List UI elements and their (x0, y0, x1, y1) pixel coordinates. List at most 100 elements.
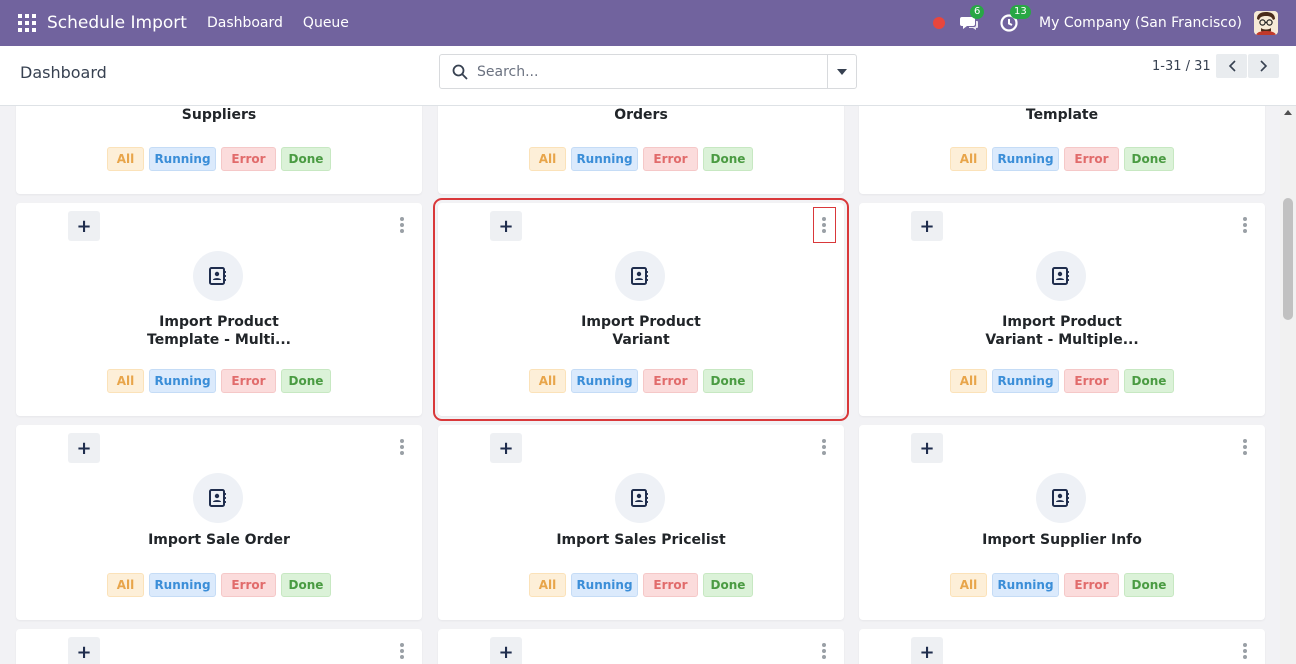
card-title-line-1: Import Product (159, 314, 279, 330)
filter-running-button[interactable]: Running (992, 147, 1059, 171)
nav-item-queue[interactable]: Queue (303, 15, 349, 31)
scrollbar-thumb[interactable] (1283, 198, 1293, 320)
pager-next-button[interactable] (1248, 54, 1279, 78)
apps-menu-icon[interactable] (18, 14, 36, 32)
filter-done-button[interactable]: Done (703, 573, 753, 597)
card-menu-kebab-icon[interactable] (818, 641, 830, 661)
user-avatar[interactable] (1254, 11, 1278, 35)
card-menu-kebab-icon[interactable] (818, 437, 830, 457)
search-input[interactable] (477, 63, 817, 80)
filter-done-button[interactable]: Done (281, 369, 331, 393)
add-button[interactable]: + (68, 211, 100, 241)
add-button[interactable]: + (490, 637, 522, 664)
import-card[interactable]: + (438, 629, 844, 664)
card-menu-kebab-icon[interactable] (396, 641, 408, 661)
activities-button[interactable]: 13 (999, 5, 1031, 33)
import-card[interactable]: + Import Supplier Info All Running Error… (859, 425, 1265, 620)
nav-menu: Dashboard Queue (207, 15, 349, 31)
pager-value[interactable]: 1-31 / 31 (1152, 59, 1211, 74)
filter-all-button[interactable]: All (950, 147, 987, 171)
filter-running-button[interactable]: Running (571, 573, 638, 597)
filter-running-button[interactable]: Running (149, 369, 216, 393)
add-button[interactable]: + (490, 433, 522, 463)
pager-previous-button[interactable] (1216, 54, 1247, 78)
card-title: Import Sales Pricelist (556, 532, 726, 548)
import-card[interactable]: + Import Sales Pricelist All Running Err… (438, 425, 844, 620)
filter-error-button[interactable]: Error (643, 147, 698, 171)
filter-all-button[interactable]: All (107, 147, 144, 171)
add-button[interactable]: + (490, 211, 522, 241)
filter-running-button[interactable]: Running (992, 573, 1059, 597)
card-title-line-2: Variant (612, 332, 670, 348)
avatar-face-icon (1254, 11, 1278, 35)
filter-done-button[interactable]: Done (703, 369, 753, 393)
card-title: Suppliers (181, 107, 257, 123)
filter-error-button[interactable]: Error (221, 147, 276, 171)
card-menu-kebab-icon[interactable] (1239, 641, 1251, 661)
filter-running-button[interactable]: Running (992, 369, 1059, 393)
filter-error-button[interactable]: Error (221, 573, 276, 597)
filter-error-button[interactable]: Error (643, 369, 698, 393)
vertical-scrollbar[interactable] (1280, 106, 1296, 664)
import-card[interactable]: + Import Product Variant - Multiple... A… (859, 203, 1265, 416)
contact-book-icon (1036, 473, 1086, 523)
card-menu-kebab-icon[interactable] (1239, 215, 1251, 235)
card-menu-kebab-icon[interactable] (396, 437, 408, 457)
filter-all-button[interactable]: All (950, 369, 987, 393)
filter-error-button[interactable]: Error (1064, 147, 1119, 171)
messages-button[interactable]: 6 (959, 5, 985, 33)
filter-done-button[interactable]: Done (281, 573, 331, 597)
status-filters: All Running Error Done (107, 369, 331, 393)
filter-error-button[interactable]: Error (1064, 573, 1119, 597)
filter-running-button[interactable]: Running (571, 147, 638, 171)
import-card-highlighted[interactable]: + Import Product Variant All Running Err… (433, 198, 849, 421)
filter-error-button[interactable]: Error (221, 369, 276, 393)
filter-running-button[interactable]: Running (571, 369, 638, 393)
company-switcher[interactable]: My Company (San Francisco) (1039, 15, 1242, 31)
import-card[interactable]: Orders All Running Error Done (438, 106, 844, 194)
add-button[interactable]: + (911, 433, 943, 463)
card-menu-kebab-icon[interactable] (396, 215, 408, 235)
recording-dot-icon[interactable] (933, 17, 946, 29)
add-button[interactable]: + (68, 433, 100, 463)
contact-book-icon (615, 251, 665, 301)
contact-book-icon (1036, 251, 1086, 301)
filter-all-button[interactable]: All (529, 573, 566, 597)
scroll-up-arrow-icon[interactable] (1284, 110, 1292, 115)
contact-book-icon (193, 473, 243, 523)
search-options-toggle[interactable] (827, 55, 856, 88)
card-menu-kebab-icon[interactable] (1239, 437, 1251, 457)
filter-running-button[interactable]: Running (149, 147, 216, 171)
status-filters: All Running Error Done (107, 147, 331, 171)
import-card[interactable]: Suppliers All Running Error Done (16, 106, 422, 194)
card-menu-kebab-icon[interactable] (818, 215, 830, 235)
filter-done-button[interactable]: Done (1124, 369, 1174, 393)
nav-item-dashboard[interactable]: Dashboard (207, 15, 283, 31)
control-panel: Dashboard 1-31 / 31 (0, 46, 1296, 106)
filter-done-button[interactable]: Done (1124, 573, 1174, 597)
filter-running-button[interactable]: Running (149, 573, 216, 597)
add-button[interactable]: + (911, 637, 943, 664)
messages-count-badge: 6 (970, 5, 985, 19)
filter-error-button[interactable]: Error (1064, 369, 1119, 393)
filter-all-button[interactable]: All (107, 369, 144, 393)
filter-all-button[interactable]: All (107, 573, 144, 597)
import-card[interactable]: + (16, 629, 422, 664)
status-filters: All Running Error Done (529, 573, 753, 597)
filter-all-button[interactable]: All (529, 147, 566, 171)
filter-done-button[interactable]: Done (703, 147, 753, 171)
add-button[interactable]: + (68, 637, 100, 664)
import-card[interactable]: + Import Product Template - Multi... All… (16, 203, 422, 416)
import-card[interactable]: + Import Sale Order All Running Error Do… (16, 425, 422, 620)
filter-error-button[interactable]: Error (643, 573, 698, 597)
import-card[interactable]: + (859, 629, 1265, 664)
card-title: Orders (614, 107, 668, 123)
import-card[interactable]: Template All Running Error Done (859, 106, 1265, 194)
filter-done-button[interactable]: Done (1124, 147, 1174, 171)
kanban-view: Suppliers All Running Error Done Orders … (0, 106, 1296, 664)
filter-all-button[interactable]: All (950, 573, 987, 597)
filter-all-button[interactable]: All (529, 369, 566, 393)
filter-done-button[interactable]: Done (281, 147, 331, 171)
add-button[interactable]: + (911, 211, 943, 241)
app-name[interactable]: Schedule Import (47, 13, 187, 33)
